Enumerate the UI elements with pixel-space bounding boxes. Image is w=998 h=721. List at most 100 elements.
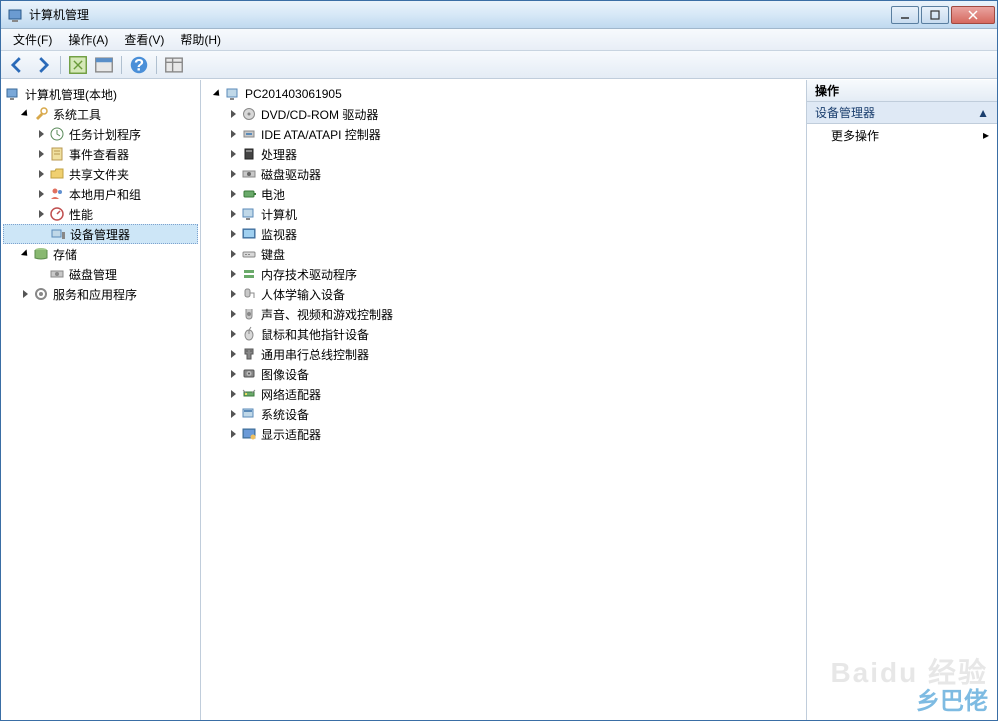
- device-icon: [241, 346, 257, 362]
- services-icon: [33, 286, 49, 302]
- performance-icon: [49, 206, 65, 222]
- device-label: 监视器: [261, 226, 297, 243]
- tree-device-manager[interactable]: 设备管理器: [3, 224, 198, 244]
- help-button[interactable]: ?: [127, 54, 151, 76]
- device-category[interactable]: 人体学输入设备: [203, 284, 804, 304]
- expand-icon[interactable]: [35, 148, 47, 160]
- tree-event-viewer[interactable]: 事件查看器: [3, 144, 198, 164]
- tree-storage[interactable]: 存储: [3, 244, 198, 264]
- device-icon: [241, 366, 257, 382]
- expand-icon[interactable]: [35, 208, 47, 220]
- expand-icon[interactable]: [227, 128, 239, 140]
- device-icon: [241, 126, 257, 142]
- properties-button[interactable]: [92, 54, 116, 76]
- device-icon: [241, 306, 257, 322]
- menu-file[interactable]: 文件(F): [5, 29, 60, 50]
- device-category[interactable]: 声音、视频和游戏控制器: [203, 304, 804, 324]
- actions-pane: 操作 设备管理器 ▲ 更多操作 ▸: [807, 80, 997, 720]
- expand-icon[interactable]: [227, 348, 239, 360]
- device-category[interactable]: DVD/CD-ROM 驱动器: [203, 104, 804, 124]
- back-button[interactable]: [5, 54, 29, 76]
- tree-shared-folders[interactable]: 共享文件夹: [3, 164, 198, 184]
- device-label: 声音、视频和游戏控制器: [261, 306, 393, 323]
- maximize-button[interactable]: [921, 6, 949, 24]
- menu-help[interactable]: 帮助(H): [172, 29, 229, 50]
- separator: [60, 56, 61, 74]
- device-category[interactable]: 磁盘驱动器: [203, 164, 804, 184]
- menu-action[interactable]: 操作(A): [60, 29, 116, 50]
- menubar: 文件(F) 操作(A) 查看(V) 帮助(H): [1, 29, 997, 51]
- tree-label: 系统工具: [53, 106, 101, 123]
- device-category[interactable]: 处理器: [203, 144, 804, 164]
- expand-icon[interactable]: [227, 428, 239, 440]
- actions-section-title[interactable]: 设备管理器 ▲: [807, 102, 997, 124]
- expand-icon[interactable]: [227, 408, 239, 420]
- device-category[interactable]: 键盘: [203, 244, 804, 264]
- device-label: 磁盘驱动器: [261, 166, 321, 183]
- actions-more[interactable]: 更多操作 ▸: [807, 124, 997, 146]
- separator: [156, 56, 157, 74]
- device-category[interactable]: 网络适配器: [203, 384, 804, 404]
- expand-icon[interactable]: [227, 328, 239, 340]
- expand-icon[interactable]: [19, 288, 31, 300]
- tree-services-apps[interactable]: 服务和应用程序: [3, 284, 198, 304]
- collapse-icon[interactable]: [19, 248, 31, 260]
- device-manager-icon: [50, 226, 66, 242]
- device-label: 键盘: [261, 246, 285, 263]
- device-icon: [241, 106, 257, 122]
- device-root[interactable]: PC201403061905: [203, 84, 804, 104]
- tree-local-users[interactable]: 本地用户和组: [3, 184, 198, 204]
- expand-icon[interactable]: [227, 208, 239, 220]
- device-label: 网络适配器: [261, 386, 321, 403]
- expand-icon[interactable]: [227, 308, 239, 320]
- menu-view[interactable]: 查看(V): [116, 29, 172, 50]
- device-icon: [241, 146, 257, 162]
- expand-icon[interactable]: [227, 388, 239, 400]
- device-category[interactable]: 监视器: [203, 224, 804, 244]
- device-icon: [241, 206, 257, 222]
- expand-icon[interactable]: [227, 168, 239, 180]
- tree-disk-management[interactable]: 磁盘管理: [3, 264, 198, 284]
- device-category[interactable]: IDE ATA/ATAPI 控制器: [203, 124, 804, 144]
- device-category[interactable]: 计算机: [203, 204, 804, 224]
- expand-icon[interactable]: [227, 108, 239, 120]
- expand-icon[interactable]: [35, 188, 47, 200]
- device-category[interactable]: 系统设备: [203, 404, 804, 424]
- view-button[interactable]: [162, 54, 186, 76]
- collapse-icon[interactable]: [211, 88, 223, 100]
- expand-icon[interactable]: [227, 148, 239, 160]
- device-icon: [241, 266, 257, 282]
- device-category[interactable]: 鼠标和其他指针设备: [203, 324, 804, 344]
- device-category[interactable]: 电池: [203, 184, 804, 204]
- computer-mgmt-icon: [5, 86, 21, 102]
- expand-icon[interactable]: [227, 368, 239, 380]
- expand-icon[interactable]: [227, 228, 239, 240]
- device-icon: [241, 326, 257, 342]
- expand-icon[interactable]: [35, 168, 47, 180]
- device-icon: [241, 166, 257, 182]
- expand-icon[interactable]: [227, 288, 239, 300]
- tree-label: 本地用户和组: [69, 186, 141, 203]
- expand-icon[interactable]: [227, 188, 239, 200]
- device-category[interactable]: 内存技术驱动程序: [203, 264, 804, 284]
- expand-icon[interactable]: [227, 248, 239, 260]
- expand-icon[interactable]: [227, 268, 239, 280]
- tree-label: 任务计划程序: [69, 126, 141, 143]
- forward-button[interactable]: [31, 54, 55, 76]
- computer-icon: [225, 86, 241, 102]
- tree-system-tools[interactable]: 系统工具: [3, 104, 198, 124]
- tree-label: 存储: [53, 246, 77, 263]
- tree-root[interactable]: 计算机管理(本地): [3, 84, 198, 104]
- minimize-button[interactable]: [891, 6, 919, 24]
- collapse-icon[interactable]: [19, 108, 31, 120]
- device-category[interactable]: 通用串行总线控制器: [203, 344, 804, 364]
- close-button[interactable]: [951, 6, 995, 24]
- device-label: 通用串行总线控制器: [261, 346, 369, 363]
- expand-icon[interactable]: [35, 128, 47, 140]
- device-category[interactable]: 显示适配器: [203, 424, 804, 444]
- tree-task-scheduler[interactable]: 任务计划程序: [3, 124, 198, 144]
- tree-performance[interactable]: 性能: [3, 204, 198, 224]
- window-title: 计算机管理: [29, 6, 891, 23]
- device-category[interactable]: 图像设备: [203, 364, 804, 384]
- show-hide-button[interactable]: [66, 54, 90, 76]
